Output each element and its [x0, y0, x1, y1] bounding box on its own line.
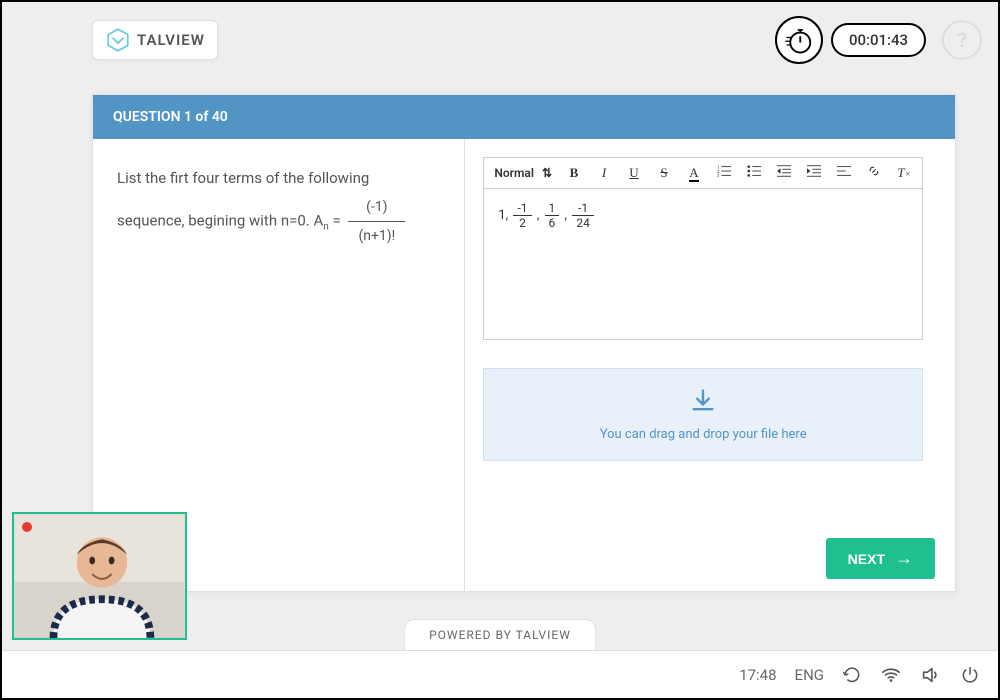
header: TALVIEW 00:01:43 ?: [92, 16, 982, 64]
frac-numerator: (-1): [348, 193, 405, 222]
rich-text-editor: Normal⇅ B I U S A 123 T× 1, -12: [483, 157, 923, 340]
question-text: List the firt four terms of the followin…: [117, 163, 440, 250]
next-label: NEXT: [848, 551, 885, 567]
help-button[interactable]: ?: [942, 20, 982, 60]
align-button[interactable]: [836, 164, 852, 182]
powered-by-label: POWERED BY TALVIEW: [404, 619, 596, 650]
style-dropdown[interactable]: Normal⇅: [494, 166, 552, 180]
dropzone-text: You can drag and drop your file here: [502, 427, 904, 442]
strikethrough-button[interactable]: S: [656, 165, 672, 181]
arrow-right-icon: →: [895, 548, 913, 569]
webcam-person-icon: [14, 514, 185, 638]
bold-button[interactable]: B: [566, 165, 582, 181]
language-indicator[interactable]: ENG: [795, 666, 824, 684]
outdent-button[interactable]: [776, 164, 792, 182]
answer-pane: Normal⇅ B I U S A 123 T× 1, -12: [465, 139, 955, 591]
editor-toolbar: Normal⇅ B I U S A 123 T×: [484, 158, 922, 189]
frac-denominator: (n+1)!: [348, 222, 405, 250]
brand-logo: TALVIEW: [92, 20, 218, 60]
wifi-icon[interactable]: [880, 664, 902, 686]
next-button[interactable]: NEXT →: [826, 538, 935, 579]
svg-text:3: 3: [717, 173, 720, 178]
file-dropzone[interactable]: You can drag and drop your file here: [483, 368, 923, 461]
answer-frac-1: -12: [513, 201, 531, 230]
recording-indicator-icon: [22, 522, 32, 532]
volume-icon[interactable]: [920, 664, 942, 686]
stopwatch-icon: [775, 16, 823, 64]
brand-name: TALVIEW: [137, 31, 205, 49]
answer-frac-3: -124: [572, 201, 594, 230]
underline-button[interactable]: U: [626, 165, 642, 181]
answer-prefix: 1,: [498, 208, 508, 223]
download-icon: [502, 387, 904, 419]
question-body: List the firt four terms of the followin…: [93, 139, 955, 591]
question-card: QUESTION 1 of 40 List the firt four term…: [92, 94, 956, 592]
question-counter: QUESTION 1 of 40: [93, 95, 955, 139]
prompt-eq: =: [329, 211, 345, 229]
link-button[interactable]: [866, 164, 882, 182]
chevron-updown-icon: ⇅: [542, 166, 552, 180]
indent-button[interactable]: [806, 164, 822, 182]
ordered-list-button[interactable]: 123: [716, 164, 732, 182]
unordered-list-button[interactable]: [746, 164, 762, 182]
webcam-preview: [12, 512, 187, 640]
power-icon[interactable]: [960, 665, 980, 685]
timer-group: 00:01:43 ?: [775, 16, 982, 64]
next-row: NEXT →: [826, 538, 935, 579]
answer-frac-2: 16: [545, 201, 560, 230]
clear-format-button[interactable]: T×: [896, 165, 912, 181]
italic-button[interactable]: I: [596, 165, 612, 181]
editor-content[interactable]: 1, -12 , 16 , -124: [484, 189, 922, 339]
brand-hex-icon: [105, 27, 131, 53]
text-color-button[interactable]: A: [686, 165, 702, 181]
clock: 17:48: [739, 666, 776, 684]
prompt-fraction: (-1) (n+1)!: [348, 193, 405, 250]
refresh-icon[interactable]: [842, 665, 862, 685]
system-tray: 17:48 ENG: [2, 650, 998, 698]
timer-value: 00:01:43: [831, 23, 926, 57]
